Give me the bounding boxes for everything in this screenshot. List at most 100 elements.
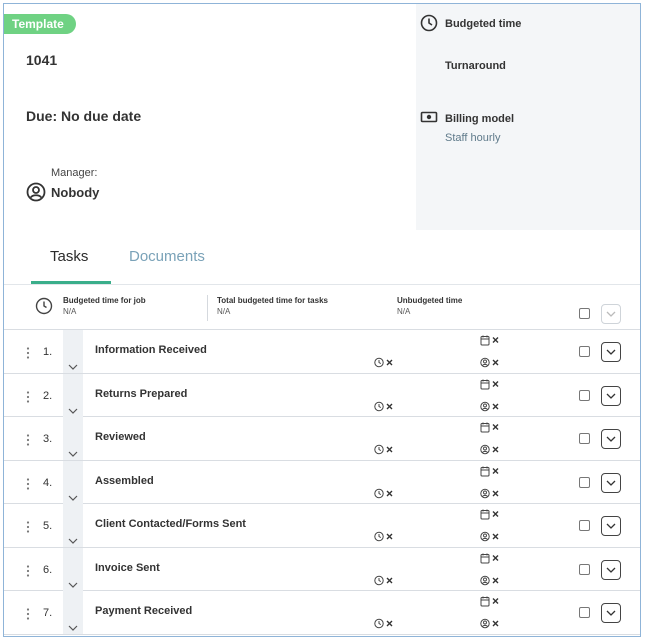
time-summary: Budgeted time for job N/A Total budgeted… xyxy=(4,286,640,330)
clock-remove-icon[interactable] xyxy=(374,618,396,629)
manager-name[interactable]: Nobody xyxy=(51,185,99,200)
task-checkbox[interactable] xyxy=(579,389,590,401)
chevron-down-icon xyxy=(68,582,78,588)
task-number: 5. xyxy=(43,520,53,532)
task-title[interactable]: Reviewed xyxy=(95,431,146,443)
task-title[interactable]: Information Received xyxy=(95,344,207,356)
task-actions-button[interactable] xyxy=(601,342,621,362)
chevron-down-icon xyxy=(606,480,616,486)
drag-handle-icon[interactable] xyxy=(26,347,30,359)
drag-handle-icon[interactable] xyxy=(26,608,30,620)
bulk-actions-button[interactable] xyxy=(601,304,621,324)
chevron-down-icon xyxy=(68,495,78,501)
job-header: Template 1041 Due: No due date Manager: … xyxy=(4,4,640,230)
chevron-down-icon xyxy=(606,393,616,399)
divider xyxy=(207,295,208,321)
job-info: Template 1041 Due: No due date Manager: … xyxy=(4,4,416,230)
expand-toggle[interactable] xyxy=(63,591,83,634)
clock-remove-icon[interactable] xyxy=(374,401,396,412)
task-number: 6. xyxy=(43,563,53,576)
total-tasks-label: Total budgeted time for tasks xyxy=(217,296,328,305)
manager-label: Manager: xyxy=(51,167,98,179)
task-title[interactable]: Returns Prepared xyxy=(95,388,187,400)
task-checkbox[interactable] xyxy=(579,476,590,488)
task-row[interactable]: 1. Information Received xyxy=(4,330,640,374)
calendar-remove-icon[interactable] xyxy=(480,553,502,564)
task-row[interactable]: 4. Assembled xyxy=(4,460,640,504)
clock-remove-icon[interactable] xyxy=(374,575,396,586)
expand-toggle[interactable] xyxy=(63,330,83,373)
select-all-checkbox[interactable] xyxy=(579,308,590,319)
drag-handle-icon[interactable] xyxy=(26,564,30,577)
clock-icon xyxy=(35,297,53,315)
tab-documents[interactable]: Documents xyxy=(129,248,205,265)
chevron-down-icon xyxy=(606,610,616,616)
task-actions-button[interactable] xyxy=(601,559,621,580)
chevron-down-icon xyxy=(68,538,78,544)
task-actions-button[interactable] xyxy=(601,429,621,449)
task-list: 1. Information Received 2. Returns Prepa… xyxy=(4,330,640,635)
calendar-remove-icon[interactable] xyxy=(480,509,502,520)
active-tab-indicator xyxy=(31,281,111,284)
task-number: 7. xyxy=(43,607,53,619)
task-checkbox[interactable] xyxy=(579,520,590,531)
task-row[interactable]: 6. Invoice Sent xyxy=(4,547,640,591)
expand-toggle[interactable] xyxy=(63,460,83,504)
assignee-remove-icon[interactable] xyxy=(480,575,502,586)
assignee-remove-icon[interactable] xyxy=(480,357,502,368)
task-actions-button[interactable] xyxy=(601,472,621,493)
calendar-remove-icon[interactable] xyxy=(480,422,502,433)
task-title[interactable]: Payment Received xyxy=(95,605,192,617)
unbudgeted-value: N/A xyxy=(397,307,411,316)
tab-bar: Tasks Documents xyxy=(4,230,640,285)
drag-handle-icon[interactable] xyxy=(26,434,30,446)
drag-handle-icon[interactable] xyxy=(26,477,30,490)
task-number: 1. xyxy=(43,346,53,358)
clock-remove-icon[interactable] xyxy=(374,531,396,542)
assignee-remove-icon[interactable] xyxy=(480,401,502,412)
task-title[interactable]: Assembled xyxy=(95,475,154,487)
chevron-down-icon xyxy=(68,364,78,370)
calendar-remove-icon[interactable] xyxy=(480,466,502,477)
billing-model-title: Billing model xyxy=(445,113,515,125)
assignee-remove-icon[interactable] xyxy=(480,531,502,542)
task-actions-button[interactable] xyxy=(601,516,621,536)
job-template-panel: Template 1041 Due: No due date Manager: … xyxy=(3,3,641,637)
task-checkbox[interactable] xyxy=(579,563,590,575)
total-tasks-value: N/A xyxy=(217,307,231,316)
drag-handle-icon[interactable] xyxy=(26,521,30,533)
task-title[interactable]: Invoice Sent xyxy=(95,562,160,574)
task-row[interactable]: 3. Reviewed xyxy=(4,417,640,461)
calendar-remove-icon[interactable] xyxy=(480,596,502,607)
clock-remove-icon[interactable] xyxy=(374,357,396,368)
clock-icon xyxy=(420,14,438,32)
task-row[interactable]: 7. Payment Received xyxy=(4,591,640,635)
task-number: 2. xyxy=(43,389,53,402)
task-actions-button[interactable] xyxy=(601,385,621,406)
drag-handle-icon[interactable] xyxy=(26,390,30,403)
task-checkbox[interactable] xyxy=(579,346,590,357)
task-row[interactable]: 5. Client Contacted/Forms Sent xyxy=(4,504,640,548)
budgeted-job-label: Budgeted time for job xyxy=(63,296,146,305)
expand-toggle[interactable] xyxy=(63,417,83,460)
assignee-remove-icon[interactable] xyxy=(480,618,502,629)
chevron-down-icon xyxy=(68,408,78,414)
chevron-down-icon xyxy=(606,523,616,529)
assignee-remove-icon[interactable] xyxy=(480,488,502,499)
tab-tasks[interactable]: Tasks xyxy=(50,248,88,265)
calendar-remove-icon[interactable] xyxy=(480,379,502,390)
task-title[interactable]: Client Contacted/Forms Sent xyxy=(95,518,246,530)
expand-toggle[interactable] xyxy=(63,547,83,591)
calendar-remove-icon[interactable] xyxy=(480,335,502,346)
expand-toggle[interactable] xyxy=(63,373,83,417)
task-checkbox[interactable] xyxy=(579,607,590,618)
clock-remove-icon[interactable] xyxy=(374,488,396,499)
expand-toggle[interactable] xyxy=(63,504,83,547)
task-row[interactable]: 2. Returns Prepared xyxy=(4,373,640,417)
task-checkbox[interactable] xyxy=(579,433,590,444)
billing-model-value: Staff hourly xyxy=(445,132,501,144)
task-actions-button[interactable] xyxy=(601,603,621,623)
template-badge: Template xyxy=(4,14,76,34)
clock-remove-icon[interactable] xyxy=(374,444,396,455)
assignee-remove-icon[interactable] xyxy=(480,444,502,455)
